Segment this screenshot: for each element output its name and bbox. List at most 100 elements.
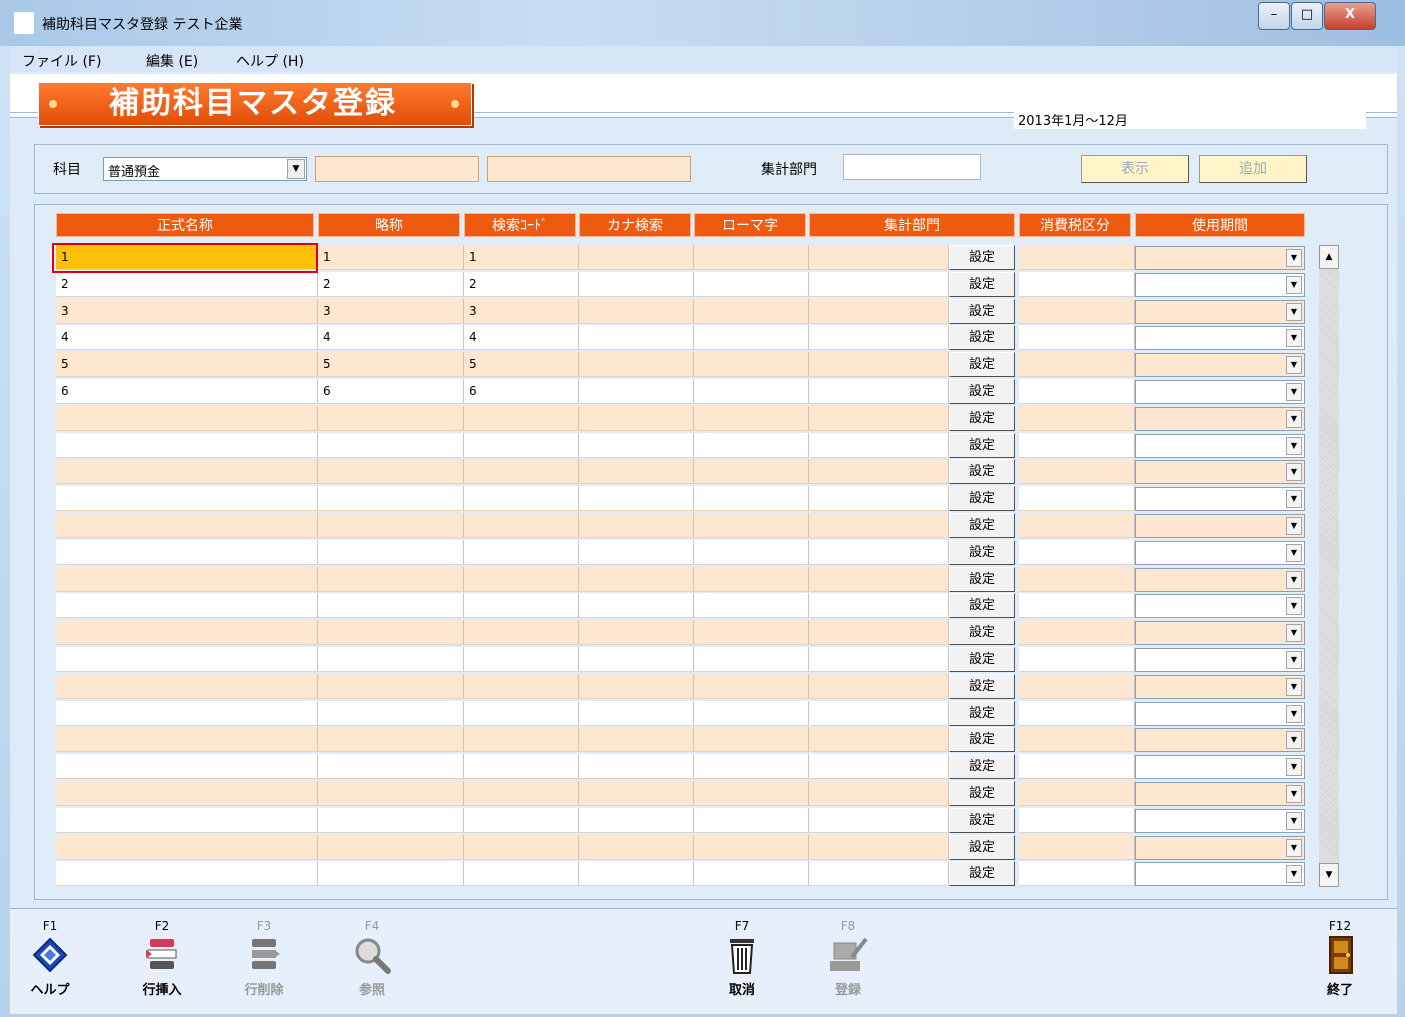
official-name-cell[interactable] <box>56 593 318 619</box>
romaji-cell[interactable] <box>694 271 809 297</box>
abbr-cell[interactable] <box>318 700 464 726</box>
kana-cell[interactable] <box>579 620 694 646</box>
romaji-cell[interactable] <box>694 566 809 592</box>
kana-cell[interactable] <box>579 539 694 565</box>
romaji-cell[interactable] <box>694 298 809 324</box>
official-name-cell[interactable] <box>56 673 318 699</box>
kana-cell[interactable] <box>579 673 694 699</box>
chevron-down-icon[interactable]: ▼ <box>1286 249 1302 267</box>
search-code-cell[interactable] <box>464 861 579 887</box>
kana-cell[interactable] <box>579 271 694 297</box>
dept-set-button[interactable]: 設定 <box>949 754 1015 780</box>
kana-cell[interactable] <box>579 352 694 378</box>
dept-set-button[interactable]: 設定 <box>949 298 1015 324</box>
dept-set-button[interactable]: 設定 <box>949 727 1015 753</box>
search-code-cell[interactable] <box>464 513 579 538</box>
tax-cell[interactable] <box>1019 620 1135 646</box>
dept-cell[interactable] <box>809 325 949 351</box>
scroll-up-button[interactable]: ▲ <box>1319 245 1339 269</box>
period-select[interactable]: ▼ <box>1135 272 1305 297</box>
kana-cell[interactable] <box>579 566 694 592</box>
dept-set-button[interactable]: 設定 <box>949 807 1015 833</box>
fkey-f12-button[interactable]: F12 終了 <box>1308 919 1372 998</box>
dept-set-button[interactable]: 設定 <box>949 700 1015 726</box>
kana-cell[interactable] <box>579 379 694 404</box>
chevron-down-icon[interactable]: ▼ <box>1286 624 1302 643</box>
dept-cell[interactable] <box>809 486 949 512</box>
kana-cell[interactable] <box>579 486 694 512</box>
search-code-cell[interactable] <box>464 754 579 780</box>
search-code-cell[interactable] <box>464 700 579 726</box>
chevron-down-icon[interactable]: ▼ <box>1286 517 1302 535</box>
chevron-down-icon[interactable]: ▼ <box>1286 329 1302 348</box>
abbr-cell[interactable] <box>318 539 464 565</box>
dept-set-button[interactable]: 設定 <box>949 379 1015 404</box>
tax-cell[interactable] <box>1019 379 1135 404</box>
romaji-cell[interactable] <box>694 432 809 458</box>
official-name-cell[interactable] <box>56 781 318 806</box>
abbr-cell[interactable] <box>318 727 464 753</box>
kana-cell[interactable] <box>579 727 694 753</box>
tax-cell[interactable] <box>1019 539 1135 565</box>
kamoku-name-field[interactable] <box>487 156 691 182</box>
chevron-down-icon[interactable]: ▼ <box>1286 785 1302 803</box>
chevron-down-icon[interactable]: ▼ <box>1286 704 1302 723</box>
official-name-cell[interactable]: 2 <box>56 271 318 297</box>
chevron-down-icon[interactable]: ▼ <box>1286 543 1302 562</box>
period-select[interactable]: ▼ <box>1135 594 1305 619</box>
dept-set-button[interactable]: 設定 <box>949 513 1015 538</box>
search-code-cell[interactable] <box>464 593 579 619</box>
search-code-cell[interactable]: 4 <box>464 325 579 351</box>
period-select[interactable]: ▼ <box>1135 808 1305 833</box>
tax-cell[interactable] <box>1019 647 1135 672</box>
tax-cell[interactable] <box>1019 513 1135 538</box>
chevron-down-icon[interactable]: ▼ <box>1286 463 1302 482</box>
kana-cell[interactable] <box>579 405 694 431</box>
dept-cell[interactable] <box>809 647 949 672</box>
official-name-cell[interactable]: 3 <box>56 298 318 324</box>
kana-cell[interactable] <box>579 245 694 270</box>
dept-cell[interactable] <box>809 513 949 538</box>
tax-cell[interactable] <box>1019 754 1135 780</box>
vertical-scrollbar[interactable] <box>1319 245 1339 887</box>
period-select[interactable]: ▼ <box>1135 514 1305 538</box>
search-code-cell[interactable]: 6 <box>464 379 579 404</box>
search-code-cell[interactable] <box>464 620 579 646</box>
romaji-cell[interactable] <box>694 593 809 619</box>
search-code-cell[interactable] <box>464 405 579 431</box>
chevron-down-icon[interactable]: ▼ <box>1286 383 1302 401</box>
kana-cell[interactable] <box>579 700 694 726</box>
abbr-cell[interactable] <box>318 620 464 646</box>
dept-cell[interactable] <box>809 405 949 431</box>
kana-cell[interactable] <box>579 459 694 485</box>
abbr-cell[interactable] <box>318 566 464 592</box>
dept-set-button[interactable]: 設定 <box>949 781 1015 806</box>
official-name-cell[interactable] <box>56 700 318 726</box>
dept-cell[interactable] <box>809 459 949 485</box>
official-name-cell[interactable] <box>56 459 318 485</box>
dept-cell[interactable] <box>809 352 949 378</box>
dept-set-button[interactable]: 設定 <box>949 861 1015 887</box>
kana-cell[interactable] <box>579 325 694 351</box>
official-name-cell[interactable] <box>56 727 318 753</box>
kana-cell[interactable] <box>579 807 694 833</box>
tax-cell[interactable] <box>1019 325 1135 351</box>
chevron-down-icon[interactable]: ▼ <box>1286 731 1302 750</box>
dept-cell[interactable] <box>809 271 949 297</box>
official-name-cell[interactable] <box>56 861 318 887</box>
chevron-down-icon[interactable]: ▼ <box>1286 490 1302 509</box>
abbr-cell[interactable] <box>318 834 464 860</box>
dept-cell[interactable] <box>809 700 949 726</box>
dept-cell[interactable] <box>809 807 949 833</box>
dept-cell[interactable] <box>809 566 949 592</box>
romaji-cell[interactable] <box>694 620 809 646</box>
dept-cell[interactable] <box>809 861 949 887</box>
romaji-cell[interactable] <box>694 861 809 887</box>
search-code-cell[interactable] <box>464 432 579 458</box>
official-name-cell[interactable] <box>56 513 318 538</box>
tax-cell[interactable] <box>1019 807 1135 833</box>
period-select[interactable]: ▼ <box>1135 406 1305 431</box>
tax-cell[interactable] <box>1019 593 1135 619</box>
chevron-down-icon[interactable]: ▼ <box>1286 597 1302 616</box>
menu-edit[interactable]: 編集 (E) <box>146 51 198 71</box>
